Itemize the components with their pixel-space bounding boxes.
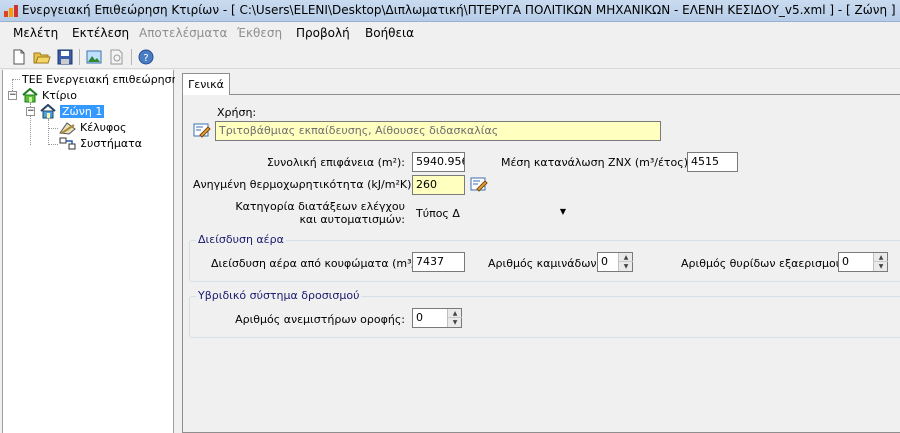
total-area-label: Συνολική επιφάνεια (m²):	[266, 156, 405, 169]
ceiling-fans-label: Αριθμός ανεμιστήρων οροφής:	[235, 313, 405, 326]
vents-stepper[interactable]: 0 ▲ ▼	[838, 252, 888, 272]
tree-line	[48, 119, 49, 145]
tree-node-systems[interactable]: Συστήματα	[80, 137, 142, 150]
chevron-down-icon: ▼	[559, 207, 566, 216]
stepper-up-icon[interactable]: ▲	[619, 253, 633, 262]
stepper-buttons: ▲ ▼	[447, 309, 462, 327]
tree-node-building[interactable]: Κτίριο	[42, 89, 77, 102]
house-icon	[22, 88, 38, 103]
app-icon	[4, 5, 18, 17]
menu-results[interactable]: Αποτελέσματα	[139, 26, 227, 40]
menu-run[interactable]: Εκτέλεση	[72, 26, 129, 40]
systems-icon	[59, 137, 76, 150]
tree-node-root[interactable]: ΤΕΕ Ενεργειακή επιθεώρηση	[22, 73, 179, 86]
tree-line	[48, 128, 58, 129]
zone-icon	[40, 104, 56, 119]
toolbar-separator	[79, 49, 80, 65]
stepper-down-icon[interactable]: ▼	[448, 318, 462, 327]
tree-node-zone[interactable]: Ζώνη 1	[60, 105, 105, 118]
dhw-consumption-label: Μέση κατανάλωση ΖΝΧ (m³/έτος):	[501, 156, 692, 169]
stepper-up-icon[interactable]: ▲	[874, 253, 888, 262]
tree-node-shell[interactable]: Κέλυφος	[80, 121, 126, 134]
control-category-value: Τύπος Δ	[416, 207, 460, 220]
menu-bar: Μελέτη Εκτέλεση Αποτελέσματα Έκθεση Προβ…	[0, 22, 900, 44]
cooling-group-title: Υβριδικό σύστημα δροσισμού	[196, 289, 362, 302]
window-titlebar[interactable]: Ενεργειακή Επιθεώρηση Κτιρίων - [ C:\Use…	[0, 0, 900, 22]
stepper-buttons: ▲ ▼	[618, 253, 633, 271]
shell-icon	[59, 122, 76, 135]
toolbar-separator	[131, 49, 132, 65]
toolbar: ?	[0, 45, 900, 69]
chimneys-label: Αριθμός καμινάδων:	[488, 257, 601, 270]
tab-panel-general: Χρήση: Τριτοβάθμιας εκπαίδευσης, Αίθουσε…	[182, 94, 900, 433]
dhw-consumption-field[interactable]: 4515	[687, 152, 738, 172]
edit-pencil-icon[interactable]	[470, 176, 488, 192]
heat-capacity-label: Ανηγμένη θερμοχωρητικότητα (kJ/m²K):	[193, 178, 416, 191]
help-icon[interactable]: ?	[137, 48, 155, 66]
chimneys-stepper[interactable]: 0 ▲ ▼	[597, 252, 633, 272]
stepper-down-icon[interactable]: ▼	[874, 262, 888, 271]
control-category-select[interactable]: Τύπος Δ ▼	[412, 203, 570, 224]
infiltration-openings-field[interactable]: 7437	[412, 252, 465, 272]
menu-report[interactable]: Έκθεση	[237, 26, 282, 40]
print-preview-icon[interactable]	[108, 48, 126, 66]
stepper-up-icon[interactable]: ▲	[448, 309, 462, 318]
ceiling-fans-value: 0	[416, 311, 423, 324]
vents-label: Αριθμός θυρίδων εξαερισμού:	[681, 257, 846, 270]
total-area-field[interactable]: 5940.956	[412, 152, 465, 172]
tree-line	[12, 79, 20, 80]
chimneys-value: 0	[601, 255, 608, 268]
stepper-buttons: ▲ ▼	[873, 253, 888, 271]
control-category-label: Κατηγορία διατάξεων ελέγχου	[235, 200, 405, 213]
menu-view[interactable]: Προβολή	[296, 26, 350, 40]
tree-line	[48, 144, 58, 145]
menu-study[interactable]: Μελέτη	[13, 26, 58, 40]
vents-value: 0	[842, 255, 849, 268]
use-label: Χρήση:	[217, 106, 257, 119]
window-title: Ενεργειακή Επιθεώρηση Κτιρίων - [ C:\Use…	[22, 3, 896, 17]
control-category-label-2: και αυτοματισμών:	[299, 213, 405, 226]
save-icon[interactable]	[56, 48, 74, 66]
use-field[interactable]: Τριτοβάθμιας εκπαίδευσης, Αίθουσες διδασ…	[215, 121, 661, 141]
tree-collapse-toggle[interactable]: −	[26, 107, 35, 116]
edit-pencil-icon[interactable]	[193, 122, 211, 138]
open-icon[interactable]	[33, 48, 51, 66]
tree-collapse-toggle[interactable]: −	[8, 91, 17, 100]
ceiling-fans-stepper[interactable]: 0 ▲ ▼	[412, 308, 462, 328]
project-tree[interactable]: ΤΕΕ Ενεργειακή επιθεώρηση − Κτίριο − Ζών…	[2, 70, 179, 433]
heat-capacity-field[interactable]: 260	[412, 175, 465, 195]
svg-text:?: ?	[143, 53, 148, 64]
image-icon[interactable]	[85, 48, 103, 66]
menu-help[interactable]: Βοήθεια	[365, 26, 414, 40]
infiltration-openings-label: Διείσδυση αέρα από κουφώματα (m³/h):	[211, 257, 431, 270]
new-icon[interactable]	[10, 48, 28, 66]
infiltration-group-title: Διείσδυση αέρα	[196, 233, 286, 246]
stepper-down-icon[interactable]: ▼	[619, 262, 633, 271]
tab-general[interactable]: Γενικά	[182, 73, 230, 95]
tab-area: Γενικά Χρήση: Τριτοβάθμιας εκπαίδευσης, …	[178, 70, 900, 433]
